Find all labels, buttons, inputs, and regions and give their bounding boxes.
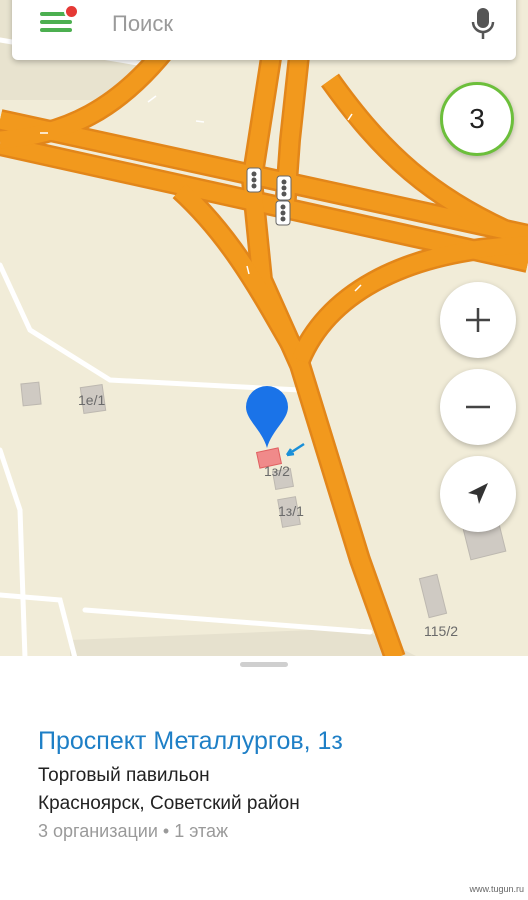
menu-icon[interactable] [40,4,79,34]
building-label: 1з/1 [278,503,304,519]
zoom-out-icon [466,405,490,409]
layers-count: 3 [469,103,485,134]
layers-button[interactable]: 3 [440,82,514,156]
zoom-in-button[interactable] [440,282,516,358]
notification-dot [64,4,79,19]
mic-icon[interactable] [468,6,498,42]
my-location-button[interactable] [440,456,516,532]
zoom-out-button[interactable] [440,369,516,445]
search-bar[interactable]: Поиск [12,0,516,60]
zoom-in-icon [466,308,490,332]
search-input[interactable]: Поиск [112,11,173,37]
sheet-handle[interactable] [240,662,288,667]
building-label: 1з/2 [264,463,290,479]
location-arrow-icon [468,483,488,504]
place-title[interactable]: Проспект Металлургов, 1з [38,727,343,756]
place-card[interactable]: Проспект Металлургов, 1з Торговый павиль… [0,656,528,900]
place-meta: 3 организации • 1 этаж [38,821,229,841]
place-type: Торговый павильон [38,765,210,786]
place-location: Красноярск, Советский район [38,793,300,814]
building-label: 115/2 [424,623,458,639]
building-label: 1е/1 [78,392,106,408]
watermark: www.tugun.ru [469,884,524,894]
